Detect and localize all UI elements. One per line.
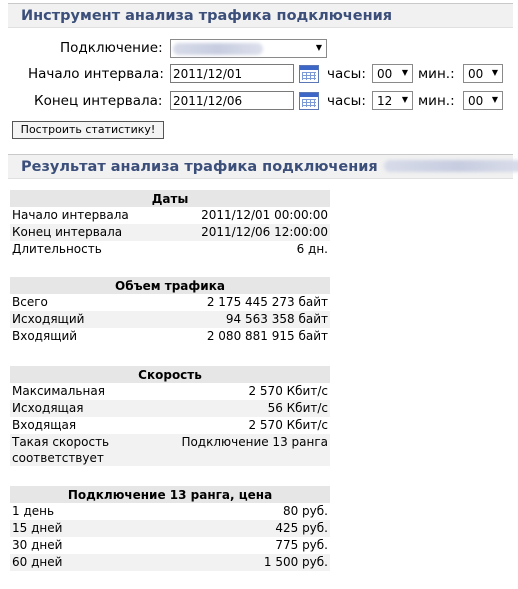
table-row: Исходящая 56 Кбит/с <box>10 400 330 417</box>
row-label: Конец интервала <box>10 224 164 241</box>
connection-label: Подключение: <box>60 40 163 56</box>
table-row: Входящая 2 570 Кбит/с <box>10 417 330 434</box>
speed-table: Скорость Максимальная 2 570 Кбит/с Исходя… <box>10 366 330 466</box>
row-label: Входящий <box>12 329 78 343</box>
row-value: 425 руб. <box>152 520 330 537</box>
end-date-input[interactable] <box>170 91 294 110</box>
table-row: 30 дней 775 руб. <box>10 537 330 554</box>
row-label: Исходящая <box>10 400 164 417</box>
row-value: 94 563 358 байт <box>131 311 330 328</box>
start-date-input[interactable] <box>170 64 294 83</box>
row-label: 30 дней <box>12 538 63 552</box>
row-value: 2 570 Кбит/с <box>248 384 328 398</box>
row-label: Длительность <box>12 242 102 256</box>
start-minutes-value: 00 <box>468 67 484 81</box>
start-minutes-select[interactable]: 00 ▼ <box>463 64 503 83</box>
table-row: Всего 2 175 445 273 байт <box>10 294 330 311</box>
row-value: 56 Кбит/с <box>164 400 330 417</box>
row-value: Подключение 13 ранга <box>164 434 330 466</box>
connection-select[interactable]: ▼ <box>170 39 327 58</box>
end-hours-value: 12 <box>377 94 393 108</box>
chevron-down-icon: ▼ <box>401 95 408 104</box>
connection-name-redacted <box>173 43 263 55</box>
chevron-down-icon: ▼ <box>491 95 498 104</box>
start-hours-label: часы: <box>327 66 366 82</box>
price-table: Подключение 13 ранга, цена 1 день 80 руб.… <box>10 486 330 571</box>
start-hours-value: 00 <box>377 67 393 81</box>
row-label: Входящая <box>12 418 77 432</box>
tool-section-header: Инструмент анализа трафика подключения <box>8 3 513 28</box>
chevron-down-icon: ▼ <box>315 43 322 52</box>
tool-title: Инструмент анализа трафика подключения <box>21 8 393 24</box>
end-interval-label: Конец интервала: <box>34 93 163 109</box>
start-minutes-label: мин.: <box>418 66 455 82</box>
row-value: 2011/12/06 12:00:00 <box>163 224 330 241</box>
row-label: Начало интервала <box>12 208 129 222</box>
results-section-header: Результат анализа трафика подключения <box>8 154 518 179</box>
row-value: 2 080 881 915 байт <box>206 329 328 343</box>
build-statistics-button[interactable]: Построить статистику! <box>12 121 164 139</box>
results-title: Результат анализа трафика подключения <box>21 159 518 175</box>
end-minutes-value: 00 <box>468 94 484 108</box>
calendar-icon[interactable] <box>299 92 319 110</box>
row-value: 2 175 445 273 байт <box>206 295 328 309</box>
dates-header: Даты <box>10 190 330 207</box>
end-hours-select[interactable]: 12 ▼ <box>372 91 413 110</box>
row-label: Максимальная <box>12 384 105 398</box>
row-label: Такая скорость соответствует <box>10 434 164 466</box>
start-interval-label: Начало интервала: <box>28 66 164 82</box>
row-value: 2011/12/01 00:00:00 <box>201 208 328 222</box>
table-row: 15 дней 425 руб. <box>10 520 330 537</box>
speed-header: Скорость <box>10 366 330 383</box>
price-header: Подключение 13 ранга, цена <box>10 486 330 503</box>
row-label: Всего <box>12 295 48 309</box>
row-value: 80 руб. <box>282 504 328 518</box>
connection-name-redacted <box>383 160 518 172</box>
row-label: 60 дней <box>10 554 153 571</box>
table-row: 1 день 80 руб. <box>10 503 330 520</box>
table-row: Входящий 2 080 881 915 байт <box>10 328 330 345</box>
table-row: Конец интервала 2011/12/06 12:00:00 <box>10 224 330 241</box>
row-value: 6 дн. <box>296 242 328 256</box>
chevron-down-icon: ▼ <box>401 68 408 77</box>
dates-table: Даты Начало интервала 2011/12/01 00:00:00… <box>10 190 330 258</box>
row-label: 1 день <box>12 504 55 518</box>
table-row: Начало интервала 2011/12/01 00:00:00 <box>10 207 330 224</box>
row-label: Исходящий <box>10 311 132 328</box>
row-label: 15 дней <box>10 520 153 537</box>
row-value: 2 570 Кбит/с <box>248 418 328 432</box>
table-row: 60 дней 1 500 руб. <box>10 554 330 571</box>
row-value: 1 500 руб. <box>152 554 330 571</box>
end-hours-label: часы: <box>327 93 366 109</box>
chevron-down-icon: ▼ <box>491 68 498 77</box>
results-title-text: Результат анализа трафика подключения <box>21 159 378 175</box>
table-row: Длительность 6 дн. <box>10 241 330 258</box>
row-value: 775 руб. <box>275 538 328 552</box>
table-row: Исходящий 94 563 358 байт <box>10 311 330 328</box>
table-row: Такая скорость соответствует Подключение … <box>10 434 330 466</box>
volume-table: Объем трафика Всего 2 175 445 273 байт Ис… <box>10 277 330 345</box>
end-minutes-label: мин.: <box>418 93 455 109</box>
volume-header: Объем трафика <box>10 277 330 294</box>
calendar-icon[interactable] <box>299 65 319 83</box>
start-hours-select[interactable]: 00 ▼ <box>372 64 413 83</box>
end-minutes-select[interactable]: 00 ▼ <box>463 91 503 110</box>
table-row: Максимальная 2 570 Кбит/с <box>10 383 330 400</box>
